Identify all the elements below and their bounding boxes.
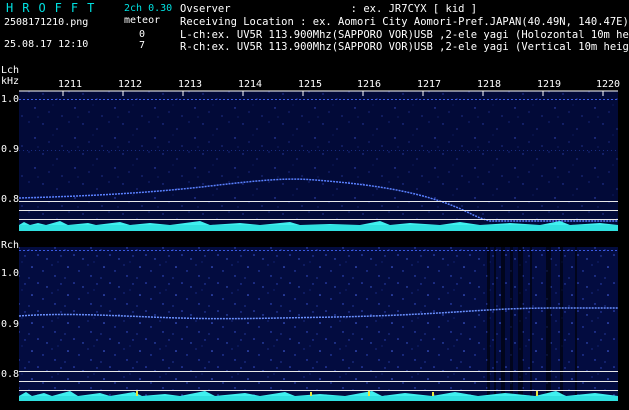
spectrogram-canvas (18, 90, 618, 401)
lch-panel (18, 90, 618, 231)
rch-panel (18, 247, 618, 401)
